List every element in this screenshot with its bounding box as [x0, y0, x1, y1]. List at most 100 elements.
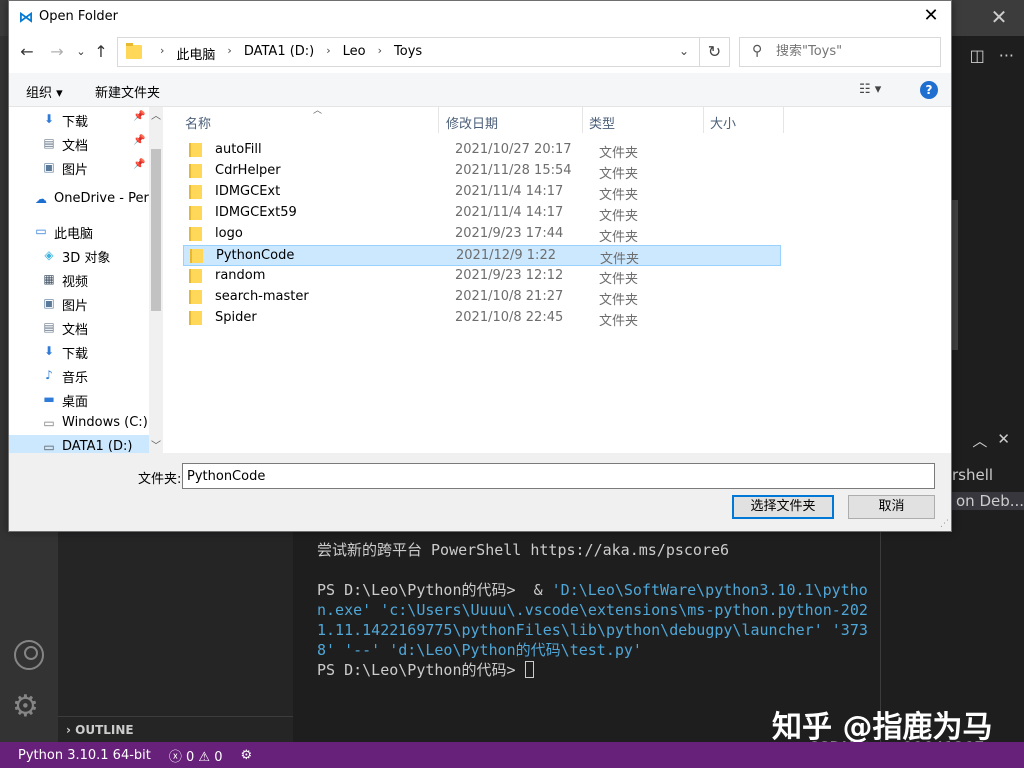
- column-header-type[interactable]: 类型: [583, 107, 704, 133]
- nav-item[interactable]: ▭ Windows (C:): [9, 411, 149, 435]
- breadcrumb-item[interactable]: DATA1 (D:): [244, 44, 314, 63]
- address-bar[interactable]: › 此电脑 › DATA1 (D:) › Leo › Toys ⌄: [117, 37, 700, 67]
- vscode-close-icon[interactable]: ✕: [988, 6, 1010, 28]
- outline-section-header[interactable]: › OUTLINE: [58, 716, 293, 742]
- organize-button[interactable]: 组织 ▾: [26, 82, 63, 101]
- column-header-modified[interactable]: 修改日期: [439, 107, 583, 133]
- folder-icon: [190, 249, 203, 263]
- terminal-text: 尝试新的跨平台 PowerShell https://aka.ms/pscore…: [317, 541, 730, 559]
- folder-icon: [126, 43, 142, 59]
- debug-status-icon[interactable]: ⚙: [240, 748, 252, 763]
- pictures-icon: ▣: [43, 296, 55, 310]
- split-editor-icon[interactable]: ◫: [970, 46, 985, 65]
- up-arrow-icon[interactable]: ↑: [91, 41, 111, 63]
- folder-icon: [189, 185, 202, 199]
- nav-item[interactable]: ▤ 文档 📌: [9, 131, 149, 155]
- breadcrumb-separator-icon[interactable]: ›: [227, 44, 231, 63]
- forward-arrow-icon[interactable]: →: [47, 41, 67, 63]
- scroll-up-icon[interactable]: ︿: [151, 107, 161, 122]
- nav-item[interactable]: ▬ 桌面: [9, 387, 149, 411]
- file-row[interactable]: CdrHelper 2021/11/28 15:54 文件夹: [183, 161, 781, 182]
- cancel-button[interactable]: 取消: [848, 495, 935, 519]
- column-header-name[interactable]: ︿ 名称: [163, 106, 439, 133]
- editor-scrollbar[interactable]: [952, 200, 958, 350]
- file-row[interactable]: PythonCode 2021/12/9 1:22 文件夹: [183, 245, 781, 267]
- more-actions-icon[interactable]: ···: [999, 46, 1014, 65]
- nav-item[interactable]: ▤ 文档: [9, 315, 149, 339]
- terminal-text: PS D:\Leo\Python的代码> &: [317, 581, 552, 599]
- terminal-tab-python-debug[interactable]: on Deb...: [952, 492, 1024, 510]
- file-row[interactable]: IDMGCExt59 2021/11/4 14:17 文件夹: [183, 203, 781, 224]
- file-type: 文件夹: [599, 209, 639, 224]
- resize-grip-icon[interactable]: ⋰: [940, 519, 949, 529]
- select-folder-button[interactable]: 选择文件夹: [732, 495, 834, 519]
- nav-item-label: 此电脑: [54, 227, 94, 242]
- problems-status[interactable]: ⓧ 0 ⚠ 0: [169, 746, 223, 765]
- refresh-icon[interactable]: ↻: [699, 37, 730, 67]
- scrollbar-thumb[interactable]: [151, 149, 161, 311]
- help-icon[interactable]: ?: [920, 81, 938, 99]
- file-row[interactable]: Spider 2021/10/8 22:45 文件夹: [183, 308, 781, 329]
- chevron-down-icon[interactable]: ⌄: [679, 44, 689, 58]
- account-icon[interactable]: [14, 640, 44, 670]
- file-row[interactable]: random 2021/9/23 12:12 文件夹: [183, 266, 781, 287]
- terminal-tab-powershell[interactable]: rshell: [952, 466, 993, 484]
- desktop-icon: ▬: [43, 392, 55, 406]
- file-type: 文件夹: [599, 293, 639, 308]
- python-interpreter-status[interactable]: Python 3.10.1 64-bit: [18, 748, 151, 763]
- file-row[interactable]: IDMGCExt 2021/11/4 14:17 文件夹: [183, 182, 781, 203]
- folder-name-input[interactable]: [182, 463, 935, 489]
- nav-item[interactable]: ▣ 图片 📌: [9, 155, 149, 179]
- file-modified-date: 2021/10/8 21:27: [455, 289, 564, 304]
- nav-item[interactable]: ♪ 音乐: [9, 363, 149, 387]
- nav-item-label: 视频: [62, 275, 89, 290]
- recent-locations-icon[interactable]: ⌄: [71, 41, 91, 63]
- file-row[interactable]: search-master 2021/10/8 21:27 文件夹: [183, 287, 781, 308]
- scroll-down-icon[interactable]: ﹀: [151, 437, 161, 452]
- breadcrumb-item[interactable]: Toys: [394, 44, 422, 63]
- terminal-line: 尝试新的跨平台 PowerShell https://aka.ms/pscore…: [317, 540, 877, 560]
- column-header-size[interactable]: 大小: [704, 107, 784, 133]
- breadcrumb-separator-icon[interactable]: ›: [378, 44, 382, 63]
- back-arrow-icon[interactable]: ←: [17, 41, 37, 63]
- file-modified-date: 2021/11/4 14:17: [455, 205, 564, 220]
- file-type: 文件夹: [599, 146, 639, 161]
- file-row[interactable]: logo 2021/9/23 17:44 文件夹: [183, 224, 781, 245]
- nav-item-label: 文档: [62, 323, 89, 338]
- breadcrumb-separator-icon[interactable]: ›: [160, 44, 164, 63]
- new-folder-button[interactable]: 新建文件夹: [95, 82, 160, 101]
- navigation-bar: ← → ⌄ ↑ › 此电脑 › DATA1 (D:) › Leo › Toys ⌄ ↻ ⚲: [9, 37, 951, 67]
- file-modified-date: 2021/9/23 12:12: [455, 268, 564, 283]
- close-panel-icon[interactable]: ✕: [997, 430, 1010, 451]
- file-name: IDMGCExt: [215, 184, 281, 199]
- dialog-close-icon[interactable]: ✕: [919, 5, 943, 27]
- file-name: Spider: [215, 310, 257, 325]
- view-options-button[interactable]: ☷ ▾: [859, 82, 881, 97]
- nav-item[interactable]: ◈ 3D 对象: [9, 243, 149, 267]
- nav-item[interactable]: ⬇ 下载: [9, 339, 149, 363]
- breadcrumb-item[interactable]: Leo: [343, 44, 366, 63]
- pictures-icon: ▣: [43, 160, 55, 174]
- file-type: 文件夹: [600, 252, 640, 267]
- search-input[interactable]: [776, 44, 926, 59]
- nav-item[interactable]: ▭ 此电脑: [9, 219, 149, 243]
- file-row[interactable]: autoFill 2021/10/27 20:17 文件夹: [183, 140, 781, 161]
- breadcrumb-separator-icon[interactable]: ›: [326, 44, 330, 63]
- nav-item[interactable]: ⬇ 下载 📌: [9, 107, 149, 131]
- maximize-panel-icon[interactable]: ︿: [972, 430, 987, 451]
- download-icon: ⬇: [43, 344, 55, 358]
- manage-gear-icon[interactable]: ⚙: [12, 692, 39, 722]
- nav-item-label: 下载: [62, 347, 89, 362]
- nav-item[interactable]: ▭ DATA1 (D:): [9, 435, 149, 453]
- breadcrumb-item[interactable]: 此电脑: [176, 44, 215, 63]
- file-name: autoFill: [215, 142, 262, 157]
- nav-item-label: 桌面: [62, 395, 89, 410]
- nav-item[interactable]: ☁ OneDrive - Perso: [9, 187, 149, 211]
- search-box[interactable]: ⚲: [739, 37, 941, 67]
- videos-icon: ▦: [43, 272, 55, 286]
- file-name: IDMGCExt59: [215, 205, 297, 220]
- nav-item[interactable]: ▦ 视频: [9, 267, 149, 291]
- terminal-output[interactable]: 尝试新的跨平台 PowerShell https://aka.ms/pscore…: [317, 540, 877, 680]
- nav-item[interactable]: ▣ 图片: [9, 291, 149, 315]
